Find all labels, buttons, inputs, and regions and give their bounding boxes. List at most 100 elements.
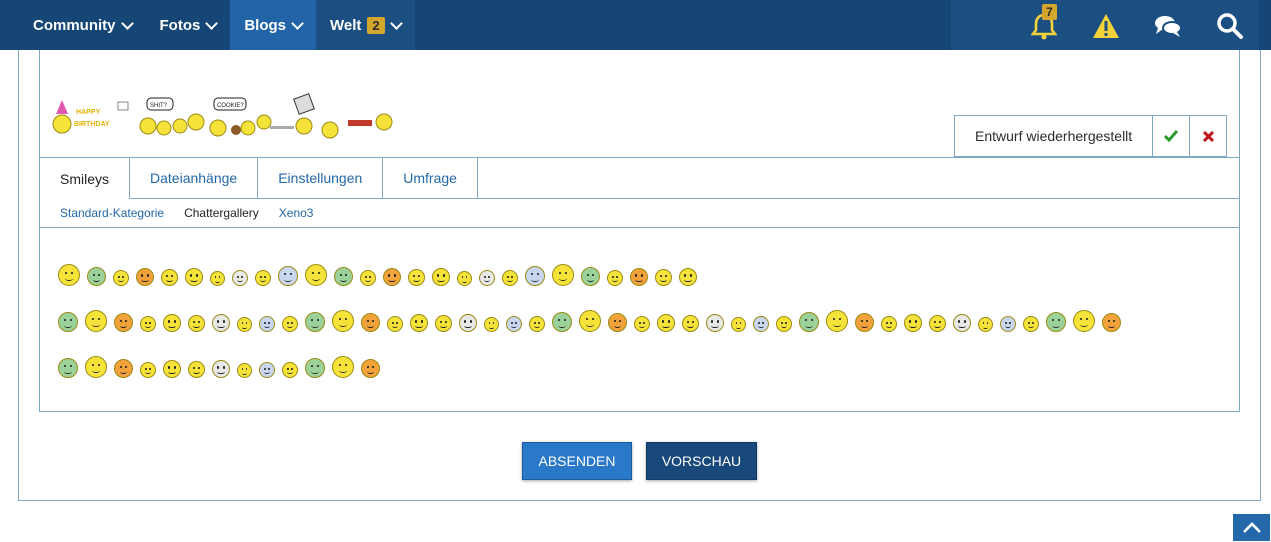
smiley-option[interactable]: [608, 313, 627, 337]
tab-poll[interactable]: Umfrage: [383, 158, 478, 198]
submit-button[interactable]: ABSENDEN: [522, 442, 632, 480]
smiley-option[interactable]: [85, 356, 107, 383]
smiley-option[interactable]: [657, 314, 675, 337]
search-icon[interactable]: [1210, 6, 1250, 46]
smiley-option[interactable]: [212, 314, 230, 337]
smiley-option[interactable]: [332, 356, 354, 383]
warning-icon[interactable]: [1086, 6, 1126, 46]
smiley-option[interactable]: [237, 363, 252, 383]
smiley-option[interactable]: [305, 358, 325, 383]
smiley-option[interactable]: [1073, 310, 1095, 337]
smiley-option[interactable]: [85, 310, 107, 337]
smiley-option[interactable]: [87, 267, 106, 291]
smiley-option[interactable]: [634, 316, 650, 337]
smiley-option[interactable]: [579, 310, 601, 337]
nav-item-blogs[interactable]: Blogs: [230, 0, 316, 50]
smiley-option[interactable]: [484, 317, 499, 337]
smiley-option[interactable]: [282, 316, 298, 337]
smiley-option[interactable]: [435, 315, 452, 337]
smiley-option[interactable]: [881, 316, 897, 337]
smiley-option[interactable]: [607, 270, 623, 291]
tab-settings[interactable]: Einstellungen: [258, 158, 384, 198]
smiley-option[interactable]: [259, 316, 275, 337]
smiley-option[interactable]: [210, 271, 225, 291]
smiley-option[interactable]: [163, 360, 181, 383]
smiley-option[interactable]: [161, 269, 178, 291]
smiley-option[interactable]: [525, 266, 545, 291]
nav-item-community[interactable]: Community: [19, 0, 146, 50]
smiley-option[interactable]: [706, 314, 724, 337]
smiley-option[interactable]: [1000, 316, 1016, 337]
smiley-option[interactable]: [953, 314, 971, 337]
smiley-option[interactable]: [502, 270, 518, 291]
nav-item-fotos[interactable]: Fotos: [146, 0, 231, 50]
smiley-option[interactable]: [232, 270, 248, 291]
smiley-option[interactable]: [212, 360, 230, 383]
smiley-option[interactable]: [826, 310, 848, 337]
smiley-option[interactable]: [679, 268, 697, 291]
smiley-option[interactable]: [552, 264, 574, 291]
smiley-option[interactable]: [188, 315, 205, 337]
smiley-option[interactable]: [255, 270, 271, 291]
tab-attachments[interactable]: Dateianhänge: [130, 158, 259, 198]
smiley-option[interactable]: [459, 314, 477, 337]
smiley-option[interactable]: [387, 316, 403, 337]
smiley-option[interactable]: [278, 266, 298, 291]
smiley-option[interactable]: [1046, 312, 1066, 337]
category-chattergallery[interactable]: Chattergallery: [184, 206, 259, 220]
smiley-option[interactable]: [1102, 313, 1121, 337]
smiley-option[interactable]: [114, 359, 133, 383]
smiley-option[interactable]: [334, 267, 353, 291]
smiley-option[interactable]: [529, 316, 545, 337]
smiley-option[interactable]: [113, 270, 129, 291]
smiley-option[interactable]: [630, 268, 648, 291]
smiley-option[interactable]: [799, 312, 819, 337]
confirm-draft-button[interactable]: [1153, 116, 1189, 156]
editor-content[interactable]: HAPPY BIRTHDAY SHIT? COOKIE?: [50, 93, 400, 140]
smiley-option[interactable]: [58, 264, 80, 291]
smiley-option[interactable]: [305, 312, 325, 337]
category-standard[interactable]: Standard-Kategorie: [60, 206, 164, 220]
smiley-option[interactable]: [1023, 316, 1039, 337]
smiley-option[interactable]: [383, 268, 401, 291]
smiley-option[interactable]: [361, 313, 380, 337]
preview-button[interactable]: VORSCHAU: [646, 442, 757, 480]
smiley-option[interactable]: [479, 270, 495, 291]
smiley-option[interactable]: [731, 317, 746, 337]
smiley-option[interactable]: [776, 316, 792, 337]
smiley-option[interactable]: [58, 358, 78, 383]
tab-smileys[interactable]: Smileys: [40, 158, 131, 199]
chat-bubbles-icon[interactable]: [1148, 6, 1188, 46]
smiley-option[interactable]: [237, 317, 252, 337]
nav-item-welt[interactable]: Welt 2: [316, 0, 415, 50]
smiley-option[interactable]: [978, 317, 993, 337]
smiley-option[interactable]: [457, 271, 472, 291]
smiley-option[interactable]: [140, 316, 156, 337]
smiley-option[interactable]: [361, 359, 380, 383]
discard-draft-button[interactable]: [1189, 116, 1226, 156]
smiley-option[interactable]: [185, 268, 203, 291]
smiley-option[interactable]: [682, 315, 699, 337]
smiley-option[interactable]: [163, 314, 181, 337]
smiley-option[interactable]: [259, 362, 275, 383]
smiley-option[interactable]: [581, 267, 600, 291]
smiley-option[interactable]: [332, 310, 354, 337]
scroll-to-top-button[interactable]: [1232, 513, 1271, 542]
category-xeno3[interactable]: Xeno3: [279, 206, 314, 220]
smiley-option[interactable]: [140, 362, 156, 383]
smiley-option[interactable]: [410, 314, 428, 337]
smiley-option[interactable]: [904, 314, 922, 337]
smiley-option[interactable]: [929, 315, 946, 337]
smiley-option[interactable]: [136, 268, 154, 291]
smiley-option[interactable]: [506, 316, 522, 337]
smiley-option[interactable]: [753, 316, 769, 337]
smiley-option[interactable]: [282, 362, 298, 383]
smiley-option[interactable]: [360, 270, 376, 291]
smiley-option[interactable]: [855, 313, 874, 337]
smiley-option[interactable]: [114, 313, 133, 337]
smiley-option[interactable]: [188, 361, 205, 383]
smiley-option[interactable]: [58, 312, 78, 337]
smiley-option[interactable]: [432, 268, 450, 291]
smiley-option[interactable]: [305, 264, 327, 291]
smiley-option[interactable]: [552, 312, 572, 337]
